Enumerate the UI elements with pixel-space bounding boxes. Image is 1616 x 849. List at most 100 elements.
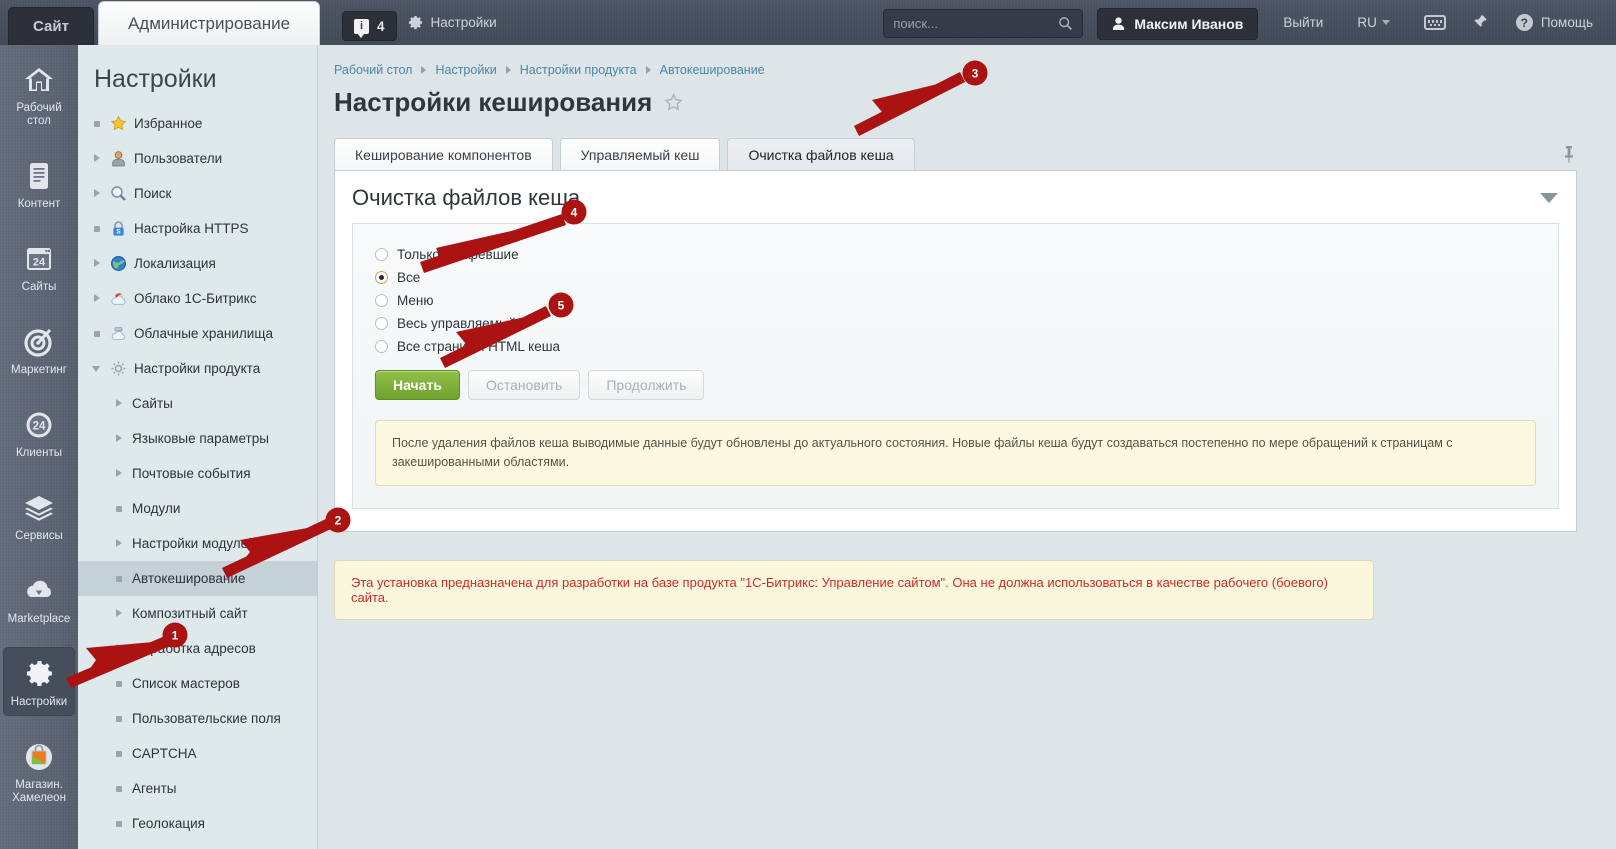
- warning-banner: Эта установка предназначена для разработ…: [334, 560, 1374, 620]
- radio-button[interactable]: [375, 247, 388, 261]
- shop-icon: [26, 744, 52, 770]
- radio-label: Меню: [397, 292, 434, 308]
- topbar-settings-button[interactable]: Настройки: [397, 0, 508, 45]
- breadcrumb-item[interactable]: Автокеширование: [660, 63, 765, 77]
- help-button[interactable]: ? Помощь: [1505, 0, 1604, 45]
- rail-item-marketplace[interactable]: Marketplace: [3, 564, 75, 633]
- radio-option-outdated[interactable]: Только устаревшие: [375, 244, 1536, 264]
- start-button[interactable]: Начать: [375, 370, 460, 400]
- sidebar-item-autocaching[interactable]: Автокеширование: [78, 561, 317, 596]
- rail-item-sites[interactable]: 24 Сайты: [3, 232, 75, 301]
- sidebar-item-module-settings[interactable]: Настройки модулей: [78, 526, 317, 561]
- document-icon: [30, 163, 48, 189]
- rail-item-services[interactable]: Сервисы: [3, 481, 75, 550]
- chevron-down-icon: [92, 363, 103, 374]
- breadcrumb-item[interactable]: Настройки: [435, 63, 496, 77]
- bullet-icon: [92, 223, 103, 234]
- stop-button[interactable]: Остановить: [467, 370, 581, 400]
- rail-label: Магазин. Хамелеон: [12, 779, 66, 804]
- rail-item-content[interactable]: Контент: [3, 149, 75, 218]
- rail-item-settings[interactable]: Настройки: [3, 647, 75, 716]
- person-icon: [1113, 17, 1125, 30]
- question-icon: ?: [1515, 14, 1533, 31]
- sidebar-item-composite-site[interactable]: Композитный сайт: [78, 596, 317, 631]
- sidebar-item-users[interactable]: Пользователи: [78, 141, 317, 176]
- tab-managed-cache[interactable]: Управляемый кеш: [559, 138, 721, 170]
- radio-option-all[interactable]: Все: [375, 267, 1536, 287]
- search-input[interactable]: поиск...: [883, 9, 1084, 38]
- radio-button[interactable]: [375, 316, 388, 330]
- sidebar-item-agents[interactable]: Агенты: [78, 771, 317, 806]
- logout-button[interactable]: Выйти: [1272, 0, 1334, 45]
- rail-label: Сервисы: [15, 530, 63, 542]
- bullet-icon: [114, 713, 125, 724]
- continue-button-label: Продолжить: [606, 377, 687, 393]
- language-selector[interactable]: RU: [1346, 0, 1401, 45]
- chevron-right-icon: [645, 66, 651, 74]
- sidebar-item-wizards[interactable]: Список мастеров: [78, 666, 317, 701]
- radio-label: Весь управляемый: [397, 315, 517, 331]
- tab-label: Очистка файлов кеша: [748, 146, 894, 163]
- radio-button[interactable]: [375, 270, 388, 284]
- sidebar-item-bitrix-cloud[interactable]: Облако 1С-Битрикс: [78, 281, 317, 316]
- sidebar-item-label: Обработка адресов: [132, 641, 256, 656]
- cloud-icon: [111, 293, 126, 305]
- bullet-icon: [114, 503, 125, 514]
- search-placeholder: поиск...: [893, 16, 938, 31]
- sidebar-item-label: Настройки продукта: [134, 361, 261, 376]
- info-badge-icon: i: [354, 18, 369, 38]
- sidebar-item-label: Пользовательские поля: [132, 711, 281, 726]
- breadcrumb-item[interactable]: Настройки продукта: [520, 63, 637, 77]
- tab-site[interactable]: Сайт: [8, 7, 94, 45]
- sidebar-item-cloud-storage[interactable]: Облачные хранилища: [78, 316, 317, 351]
- sidebar-item-favorites[interactable]: Избранное: [78, 106, 317, 141]
- layers-icon: [25, 496, 53, 521]
- chevron-right-icon: [421, 66, 427, 74]
- user-icon: [112, 151, 125, 167]
- radio-option-menu[interactable]: Меню: [375, 290, 1536, 310]
- breadcrumb-item[interactable]: Рабочий стол: [334, 63, 412, 77]
- radio-option-html-pages[interactable]: Все страницы HTML кеша: [375, 336, 1536, 356]
- rail-item-shop[interactable]: Магазин. Хамелеон: [3, 730, 75, 812]
- sidebar-item-modules[interactable]: Модули: [78, 491, 317, 526]
- tab-component-caching[interactable]: Кеширование компонентов: [334, 138, 553, 170]
- sidebar-item-product-settings[interactable]: Настройки продукта: [78, 351, 317, 386]
- radio-button[interactable]: [375, 293, 388, 307]
- rail-item-desktop[interactable]: Рабочий стол: [3, 53, 75, 135]
- notifications-button[interactable]: i 4: [342, 11, 397, 41]
- chevron-down-icon[interactable]: [1540, 193, 1558, 203]
- sidebar-item-label: Агенты: [132, 781, 177, 796]
- top-bar: Сайт Администрирование i 4 Настройки пои…: [0, 0, 1616, 45]
- rail-item-clients[interactable]: 24 Клиенты: [3, 398, 75, 467]
- tab-clear-cache-files[interactable]: Очистка файлов кеша: [727, 138, 915, 170]
- sidebar-item-user-fields[interactable]: Пользовательские поля: [78, 701, 317, 736]
- sidebar-item-captcha[interactable]: CAPTCHA: [78, 736, 317, 771]
- user-name: Максим Иванов: [1134, 16, 1244, 32]
- continue-button[interactable]: Продолжить: [588, 370, 705, 400]
- pin-icon[interactable]: [1561, 144, 1577, 164]
- keyboard-button[interactable]: [1413, 0, 1457, 45]
- star-outline-icon[interactable]: [664, 93, 683, 112]
- radio-button[interactable]: [375, 339, 388, 353]
- sidebar-item-label: Облачные хранилища: [134, 326, 273, 341]
- rail-item-marketing[interactable]: Маркетинг: [3, 315, 75, 384]
- pin-button[interactable]: [1461, 0, 1499, 45]
- sidebar-item-label: Модули: [132, 501, 181, 516]
- sidebar-item-mail-events[interactable]: Почтовые события: [78, 456, 317, 491]
- sidebar-item-sites[interactable]: Сайты: [78, 386, 317, 421]
- tab-admin[interactable]: Администрирование: [98, 1, 320, 45]
- svg-text:S: S: [116, 229, 121, 236]
- sidebar-item-url-rewrite[interactable]: Обработка адресов: [78, 631, 317, 666]
- sidebar-item-label: Локализация: [134, 256, 216, 271]
- stop-button-label: Остановить: [485, 377, 563, 393]
- sidebar-item-language-params[interactable]: Языковые параметры: [78, 421, 317, 456]
- sidebar-item-localization[interactable]: Локализация: [78, 246, 317, 281]
- start-button-label: Начать: [393, 377, 442, 393]
- sidebar-item-geolocation[interactable]: Геолокация: [78, 806, 317, 841]
- radio-option-managed[interactable]: Весь управляемый: [375, 313, 1536, 333]
- sidebar-item-search[interactable]: Поиск: [78, 176, 317, 211]
- sidebar-item-https[interactable]: S Настройка HTTPS: [78, 211, 317, 246]
- user-menu-button[interactable]: Максим Иванов: [1097, 8, 1259, 40]
- bullet-icon: [114, 783, 125, 794]
- panel-body: Только устаревшие Все Меню Весь управляе…: [352, 223, 1559, 509]
